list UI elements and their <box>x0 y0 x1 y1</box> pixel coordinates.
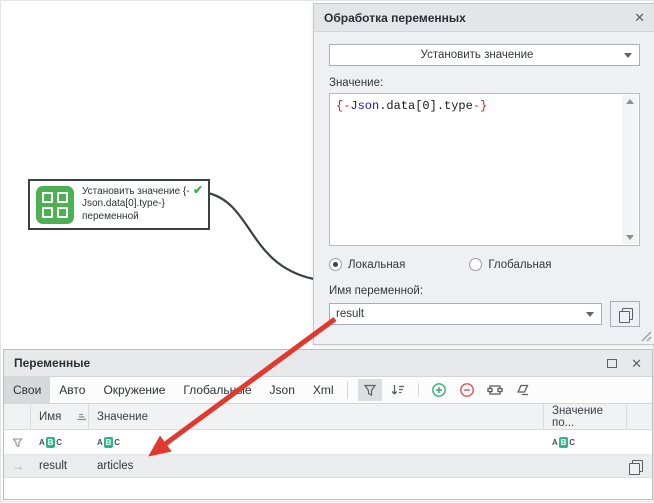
copy-icon[interactable] <box>629 460 641 473</box>
filter-icon <box>12 437 23 448</box>
variables-panel-title: Переменные <box>14 356 90 370</box>
value-label: Значение: <box>329 77 640 89</box>
variables-panel-titlebar[interactable]: Переменные ✕ <box>4 350 652 377</box>
copy-icon <box>619 308 631 321</box>
flow-node-set-value[interactable]: Установить значение {-Json.data[0].type-… <box>28 179 210 230</box>
close-icon[interactable]: ✕ <box>631 357 642 370</box>
app-canvas: { "node": { "label": "Установить значени… <box>0 0 654 502</box>
header-row-marker-col <box>4 404 31 429</box>
close-icon[interactable]: ✕ <box>634 11 645 24</box>
radio-global-circle <box>469 258 482 271</box>
table-header-row: Имя Значение Значение по... <box>4 404 652 430</box>
copy-value-button[interactable] <box>610 301 640 327</box>
filter-toggle-button[interactable] <box>358 379 382 401</box>
radio-global-label: Глобальная <box>488 259 551 271</box>
tab-глобальные[interactable]: Глобальные <box>174 377 260 403</box>
variable-name-label: Имя переменной: <box>329 285 640 297</box>
token-open: {- <box>336 99 350 113</box>
tab-авто[interactable]: Авто <box>50 377 94 403</box>
add-variable-button[interactable] <box>427 379 451 401</box>
cell-actions <box>627 455 652 477</box>
variables-panel: Переменные ✕ СвоиАвтоОкружениеГлобальные… <box>3 349 653 500</box>
text-type-badge: ABC <box>552 437 576 448</box>
editor-panel-titlebar[interactable]: Обработка переменных ✕ <box>314 4 654 32</box>
maximize-icon[interactable] <box>607 359 617 368</box>
token-close: -} <box>473 99 487 113</box>
cell-default-value[interactable] <box>544 455 627 477</box>
chevron-down-icon <box>586 312 594 317</box>
table-row-result[interactable]: → result articles <box>4 455 652 478</box>
header-default-value-col[interactable]: Значение по... <box>544 404 627 429</box>
node-label: Установить значение {-Json.data[0].type-… <box>82 186 192 224</box>
variable-name-value: result <box>336 308 586 320</box>
sort-button[interactable] <box>386 379 410 401</box>
cell-variable-name[interactable]: result <box>31 455 89 477</box>
radio-global-scope[interactable]: Глобальная <box>469 258 551 271</box>
editor-panel-title: Обработка переменных <box>324 11 466 25</box>
tab-окружение[interactable]: Окружение <box>94 377 174 403</box>
header-actions-col <box>627 404 652 429</box>
token-path: .data[0].type <box>379 99 473 113</box>
cell-variable-value[interactable]: articles <box>89 455 544 477</box>
vertical-scrollbar[interactable] <box>622 95 638 244</box>
filter-name-cell[interactable]: ABC <box>31 430 89 454</box>
variables-tabbar: СвоиАвтоОкружениеГлобальныеJsonXml <box>4 377 652 404</box>
radio-local-circle <box>329 258 342 271</box>
text-type-badge: ABC <box>97 437 121 448</box>
clear-variables-button[interactable] <box>511 379 535 401</box>
resize-grip[interactable] <box>641 331 652 342</box>
table-filter-row: ABC ABC ABC <box>4 430 652 455</box>
scroll-up-icon[interactable] <box>626 99 634 104</box>
edit-cell-button[interactable] <box>483 379 507 401</box>
token-object: Json <box>350 99 379 113</box>
filter-row-marker <box>4 430 31 454</box>
header-value-col[interactable]: Значение <box>89 404 544 429</box>
tab-свои[interactable]: Свои <box>4 377 50 403</box>
radio-local-scope[interactable]: Локальная <box>329 258 405 271</box>
text-type-badge: ABC <box>39 437 63 448</box>
action-type-dropdown[interactable]: Установить значение <box>329 44 640 66</box>
variable-editor-panel: Обработка переменных ✕ Установить значен… <box>313 3 654 345</box>
tab-xml[interactable]: Xml <box>304 377 343 403</box>
variables-table: Имя Значение Значение по... ABC ABC ABC <box>4 404 652 478</box>
filter-actions-cell <box>627 430 652 454</box>
sort-indicator-icon <box>75 412 87 422</box>
action-type-value: Установить значение <box>330 49 624 61</box>
remove-variable-button[interactable] <box>455 379 479 401</box>
variables-toolbar <box>358 377 535 403</box>
filter-default-value-cell[interactable]: ABC <box>544 430 627 454</box>
set-value-grid-icon <box>36 186 74 224</box>
header-name-col[interactable]: Имя <box>31 404 89 429</box>
radio-local-label: Локальная <box>348 259 405 271</box>
chevron-down-icon <box>624 53 632 58</box>
success-check-icon: ✔ <box>193 183 203 197</box>
value-code-editor[interactable]: {-Json.data[0].type-} <box>329 93 640 246</box>
scroll-down-icon[interactable] <box>626 235 634 240</box>
variable-name-combobox[interactable]: result <box>329 303 602 325</box>
current-row-arrow-icon: → <box>4 455 31 477</box>
editor-panel-body: Установить значение Значение: {-Json.dat… <box>314 32 654 345</box>
tab-json[interactable]: Json <box>261 377 304 403</box>
filter-value-cell[interactable]: ABC <box>89 430 544 454</box>
